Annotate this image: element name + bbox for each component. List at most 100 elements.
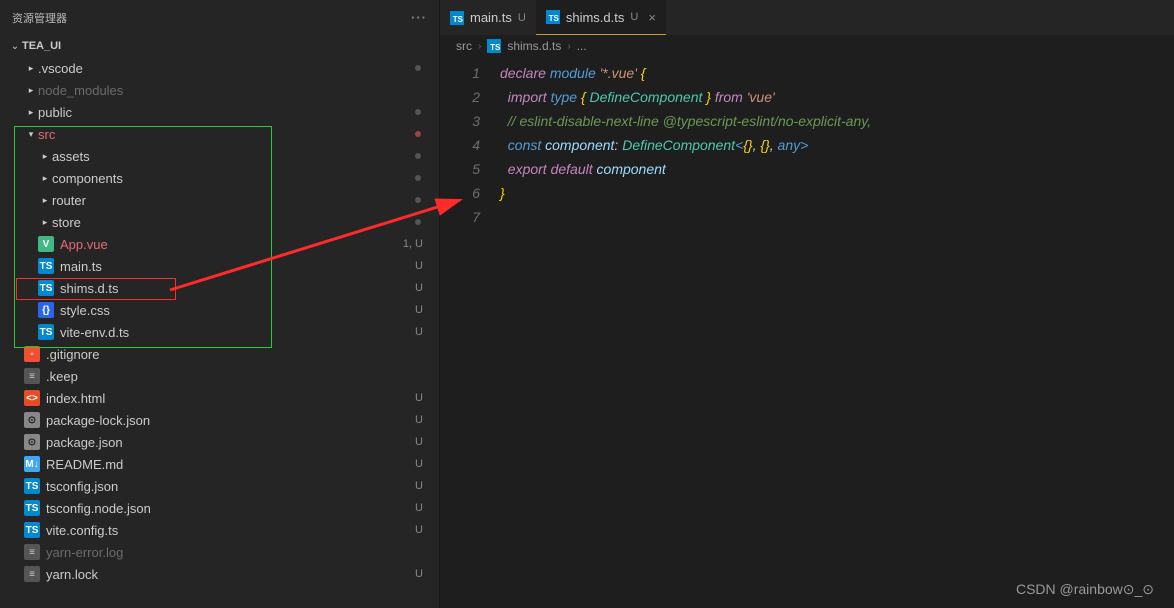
file-icon: {}	[38, 302, 54, 318]
file-icon: ⊙	[24, 434, 40, 450]
ts-file-icon: TS	[487, 39, 501, 53]
ts-file-icon: TS	[546, 10, 560, 24]
file-label: assets	[52, 149, 415, 164]
tree-item-vite-config-ts[interactable]: TSvite.config.tsU	[0, 519, 439, 541]
chevron-down-icon: ⌄	[8, 41, 22, 52]
git-status: U	[413, 458, 423, 470]
file-label: main.ts	[60, 259, 413, 274]
file-icon: ≡	[24, 368, 40, 384]
tree-item--vscode[interactable]: ▸.vscode	[0, 57, 439, 79]
editor-area: TS main.ts U TS shims.d.ts U × src › TS shims.…	[440, 0, 1174, 608]
modified-dot	[415, 131, 421, 137]
file-icon: M↓	[24, 456, 40, 472]
file-label: package-lock.json	[46, 413, 413, 428]
dot-indicator	[415, 153, 421, 159]
file-label: tsconfig.node.json	[46, 501, 413, 516]
tab-main-ts[interactable]: TSmain.tsU	[440, 0, 536, 35]
tree-item-router[interactable]: ▸router	[0, 189, 439, 211]
file-label: .keep	[46, 369, 439, 384]
breadcrumb-part: ...	[577, 39, 587, 53]
dot-indicator	[415, 65, 421, 71]
file-label: vite.config.ts	[46, 523, 413, 538]
close-icon[interactable]: ×	[648, 10, 656, 25]
tree-item-vite-env-d-ts[interactable]: TS vite-env.d.tsU	[0, 321, 439, 343]
chevron-icon: ▸	[38, 195, 52, 206]
tab-modified-indicator: U	[630, 11, 638, 23]
file-label: .gitignore	[46, 347, 439, 362]
tree-item-src[interactable]: ▾src	[0, 123, 439, 145]
chevron-icon: ▸	[24, 107, 38, 118]
tree-item-index-html[interactable]: <> index.htmlU	[0, 387, 439, 409]
project-root[interactable]: ⌄ TEA_UI	[0, 35, 439, 57]
tree-item-main-ts[interactable]: TSmain.tsU	[0, 255, 439, 277]
file-icon: TS	[38, 324, 54, 340]
tree-item-store[interactable]: ▸store	[0, 211, 439, 233]
tab-label: main.ts	[470, 10, 512, 25]
tree-item-style-css[interactable]: {} style.cssU	[0, 299, 439, 321]
project-name: TEA_UI	[22, 40, 61, 52]
file-icon: TS	[38, 280, 54, 296]
git-status: U	[413, 480, 423, 492]
tree-item-package-lock-json[interactable]: ⊙ package-lock.jsonU	[0, 409, 439, 431]
chevron-icon: ▸	[38, 173, 52, 184]
file-label: index.html	[46, 391, 413, 406]
tab-shims-d-ts[interactable]: TS shims.d.ts U ×	[536, 0, 666, 35]
file-label: yarn-error.log	[46, 545, 439, 560]
tree-item-yarn-lock[interactable]: ≡yarn.lockU	[0, 563, 439, 585]
dot-indicator	[415, 175, 421, 181]
git-status: U	[413, 260, 423, 272]
tree-item-components[interactable]: ▸components	[0, 167, 439, 189]
dot-indicator	[415, 197, 421, 203]
tree-item-package-json[interactable]: ⊙ package.jsonU	[0, 431, 439, 453]
file-explorer-sidebar: 资源管理器 ··· ⌄ TEA_UI ▸.vscode▸node_modules…	[0, 0, 440, 608]
tree-item-app-vue[interactable]: VApp.vue1, U	[0, 233, 439, 255]
file-label: src	[38, 127, 415, 142]
chevron-icon: ▸	[24, 85, 38, 96]
editor-tabs: TSmain.tsUTSshims.d.tsU×	[440, 0, 1174, 35]
more-icon[interactable]: ···	[411, 10, 427, 25]
file-label: yarn.lock	[46, 567, 413, 582]
file-label: style.css	[60, 303, 413, 318]
tree-item-tsconfig-node-json[interactable]: TStsconfig.node.jsonU	[0, 497, 439, 519]
git-status: U	[413, 414, 423, 426]
git-status: U	[413, 436, 423, 448]
file-label: node_modules	[38, 83, 439, 98]
file-label: vite-env.d.ts	[60, 325, 413, 340]
file-label: .vscode	[38, 61, 415, 76]
file-icon: V	[38, 236, 54, 252]
tree-item--keep[interactable]: ≡ .keep	[0, 365, 439, 387]
file-icon: <>	[24, 390, 40, 406]
file-icon: ≡	[24, 544, 40, 560]
code-content[interactable]: declare module '*.vue' { import type { D…	[500, 57, 1174, 608]
chevron-icon: ▸	[38, 217, 52, 228]
chevron-icon: ▸	[24, 63, 38, 74]
tab-modified-indicator: U	[518, 12, 526, 24]
file-icon: TS	[24, 478, 40, 494]
breadcrumb[interactable]: src › TS shims.d.ts › ...	[440, 35, 1174, 57]
file-icon: ◦	[24, 346, 40, 362]
tree-item-readme-md[interactable]: M↓ README.mdU	[0, 453, 439, 475]
tree-item-yarn-error-log[interactable]: ≡ yarn-error.log	[0, 541, 439, 563]
tree-item--gitignore[interactable]: ◦ .gitignore	[0, 343, 439, 365]
file-label: package.json	[46, 435, 413, 450]
sidebar-header: 资源管理器 ···	[0, 0, 439, 35]
git-status: U	[413, 326, 423, 338]
tree-item-shims-d-ts[interactable]: TSshims.d.tsU	[0, 277, 439, 299]
git-status: U	[413, 392, 423, 404]
git-status: U	[413, 568, 423, 580]
git-status: U	[413, 304, 423, 316]
file-tree: ▸.vscode▸node_modules▸public▾src▸assets▸…	[0, 57, 439, 608]
code-editor[interactable]: 1234567 declare module '*.vue' { import …	[440, 57, 1174, 608]
file-icon: ⊙	[24, 412, 40, 428]
sidebar-title: 资源管理器	[12, 10, 411, 26]
tree-item-public[interactable]: ▸public	[0, 101, 439, 123]
tree-item-assets[interactable]: ▸assets	[0, 145, 439, 167]
line-gutter: 1234567	[440, 57, 500, 608]
file-label: README.md	[46, 457, 413, 472]
tree-item-node-modules[interactable]: ▸node_modules	[0, 79, 439, 101]
tab-label: shims.d.ts	[566, 10, 625, 25]
chevron-icon: ▾	[24, 129, 38, 140]
file-label: router	[52, 193, 415, 208]
tree-item-tsconfig-json[interactable]: TStsconfig.jsonU	[0, 475, 439, 497]
git-status: 1, U	[403, 238, 423, 250]
